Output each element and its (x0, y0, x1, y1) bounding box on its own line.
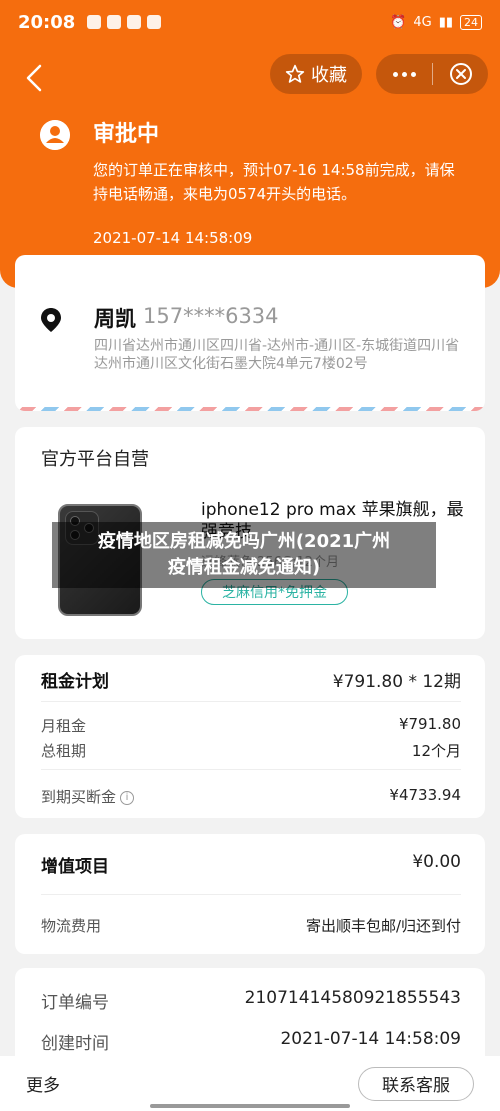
created-time-label: 创建时间 (41, 1034, 109, 1054)
monthly-rent-value: ¥791.80 (398, 715, 461, 733)
logistics-value: 寄出顺丰包邮/归还到付 (305, 917, 461, 935)
star-icon (285, 64, 305, 83)
divider (41, 701, 461, 702)
value-added-header: 增值项目 ¥0.00 (41, 852, 461, 877)
rent-plan-header: 租金计划 ¥791.80 * 12期 (41, 667, 461, 692)
home-indicator[interactable] (150, 1104, 350, 1108)
close-button[interactable] (433, 54, 488, 94)
rent-plan-summary: ¥791.80 * 12期 (332, 672, 461, 692)
rent-period-value: 12个月 (411, 742, 461, 760)
buyout-value: ¥4733.94 (389, 786, 461, 804)
logistics-row: 物流费用 寄出顺丰包邮/归还到付 (41, 915, 461, 936)
created-time-value: 2021-07-14 14:58:09 (280, 1029, 461, 1049)
location-pin-icon (41, 308, 61, 332)
notification-icons (87, 15, 162, 29)
buyout-label: 到期买断金 (41, 788, 117, 806)
battery-icon: 24 (460, 14, 482, 30)
divider (41, 769, 461, 770)
clock: 20:08 (18, 11, 76, 33)
info-icon[interactable]: i (120, 790, 135, 805)
rent-plan-card: 租金计划 ¥791.80 * 12期 月租金 ¥791.80 总租期 12个月 … (15, 655, 485, 818)
logistics-label: 物流费用 (41, 917, 102, 935)
more-button[interactable]: 更多 (26, 1071, 60, 1096)
image-notification-icon (147, 15, 162, 29)
more-options-icon[interactable] (376, 54, 432, 94)
buyout-row: 到期买断金 i ¥4733.94 (41, 786, 461, 807)
alarm-icon: ⏰ (390, 14, 407, 30)
chat-notification-icon (107, 15, 122, 29)
status-description: 您的订单正在审核中，预计07-16 14:58前完成，请保持电话畅通，来电为05… (93, 161, 455, 203)
order-id-label: 订单编号 (41, 993, 109, 1013)
watermark-line-1: 疫情地区房租减免吗广州(2021广州 (97, 531, 391, 552)
watermark-overlay: 疫情地区房租减免吗广州(2021广州 疫情租金减免通知) (52, 522, 436, 588)
value-added-total: ¥0.00 (412, 852, 461, 872)
rent-period-label: 总租期 (41, 742, 87, 760)
close-icon (449, 63, 472, 85)
message-notification-icon (127, 15, 142, 29)
order-id-value[interactable]: 21071414580921855543 (245, 988, 461, 1013)
favorite-button[interactable]: 收藏 (270, 54, 362, 94)
value-added-title: 增值项目 (41, 857, 109, 877)
recipient-name: 周凯 (94, 307, 136, 331)
airmail-border (15, 407, 485, 411)
recipient-phone: 157****6334 (143, 304, 279, 328)
value-added-card: 增值项目 ¥0.00 物流费用 寄出顺丰包邮/归还到付 (15, 834, 485, 954)
favorite-label: 收藏 (311, 65, 347, 86)
monthly-rent-label: 月租金 (41, 717, 87, 735)
address-card[interactable]: 周凯 157****6334 四川省达州市通川区四川省-达州市-通川区-东城街道… (15, 255, 485, 411)
contact-service-button[interactable]: 联系客服 (358, 1066, 474, 1101)
shop-name: 官方平台自营 (41, 449, 149, 470)
monthly-rent-row: 月租金 ¥791.80 (41, 715, 461, 736)
status-title: 审批中 (93, 122, 160, 147)
recipient-address: 四川省达州市通川区四川省-达州市-通川区-东城街道四川省达州市通川区文化街石墨大… (94, 338, 460, 372)
bottom-action-bar: 更多 联系客服 (0, 1056, 500, 1111)
rent-plan-title: 租金计划 (41, 672, 109, 692)
user-status-icon (40, 120, 70, 150)
network-type: 4G (413, 14, 432, 30)
created-time-row: 创建时间 2021-07-14 14:58:09 (41, 1029, 461, 1054)
system-indicators: ⏰ 4G ▮▮ 24 (390, 14, 482, 30)
back-arrow-icon[interactable] (22, 60, 46, 96)
app-notification-icon (87, 15, 102, 29)
watermark-line-2: 疫情租金减免通知) (167, 557, 321, 578)
order-id-row: 订单编号 21071414580921855543 (41, 988, 461, 1013)
divider (41, 894, 461, 895)
mini-program-capsule (376, 54, 488, 94)
signal-icon: ▮▮ (438, 14, 453, 30)
rent-period-row: 总租期 12个月 (41, 740, 461, 761)
order-status-header: 收藏 审批中 您的订单正在审核中，预计07-16 14:58前完成，请保持电话畅… (0, 44, 500, 288)
status-bar: 20:08 ⏰ 4G ▮▮ 24 (0, 0, 500, 44)
status-timestamp: 2021-07-14 14:58:09 (93, 229, 253, 247)
